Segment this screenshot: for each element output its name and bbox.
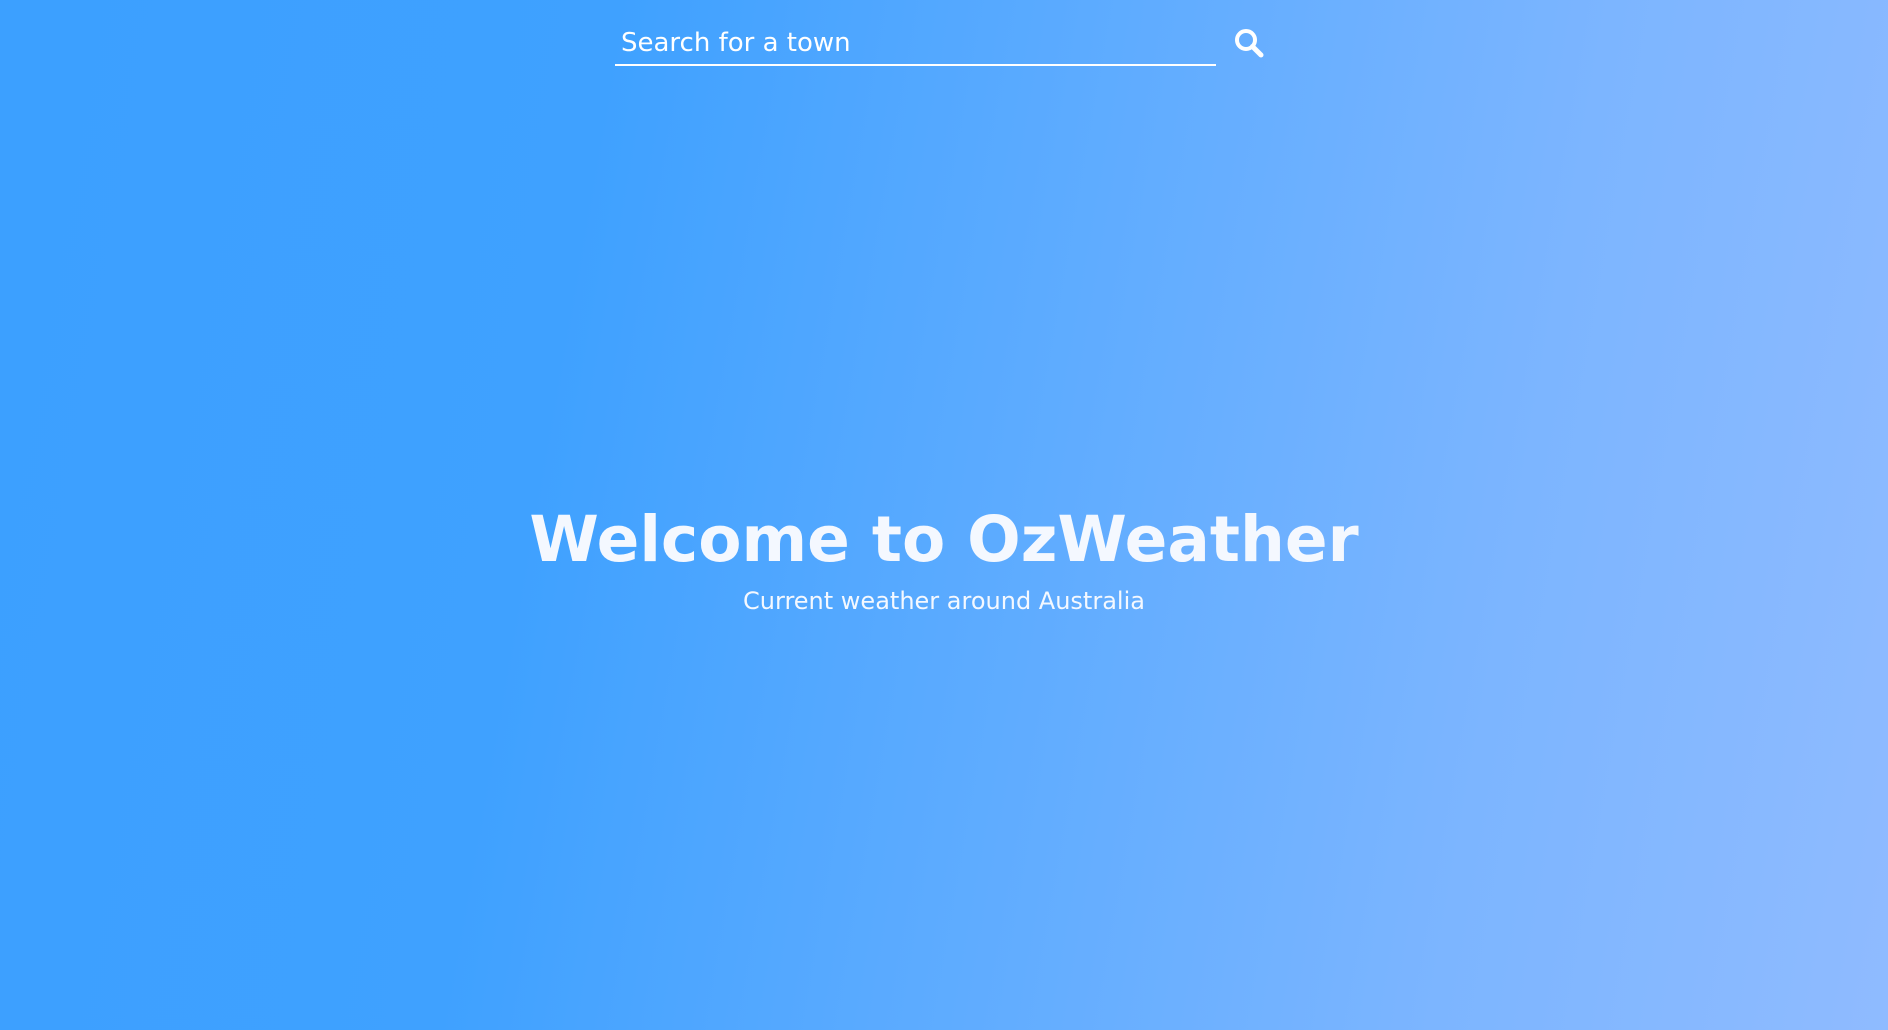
search-button[interactable] — [1227, 22, 1271, 66]
hero-section: Welcome to OzWeather Current weather aro… — [0, 496, 1888, 618]
search-icon — [1233, 27, 1265, 62]
page-subtitle: Current weather around Australia — [743, 587, 1145, 615]
search-input[interactable] — [615, 22, 1216, 66]
page-title: Welcome to OzWeather — [529, 503, 1359, 576]
search-bar — [615, 14, 1275, 66]
